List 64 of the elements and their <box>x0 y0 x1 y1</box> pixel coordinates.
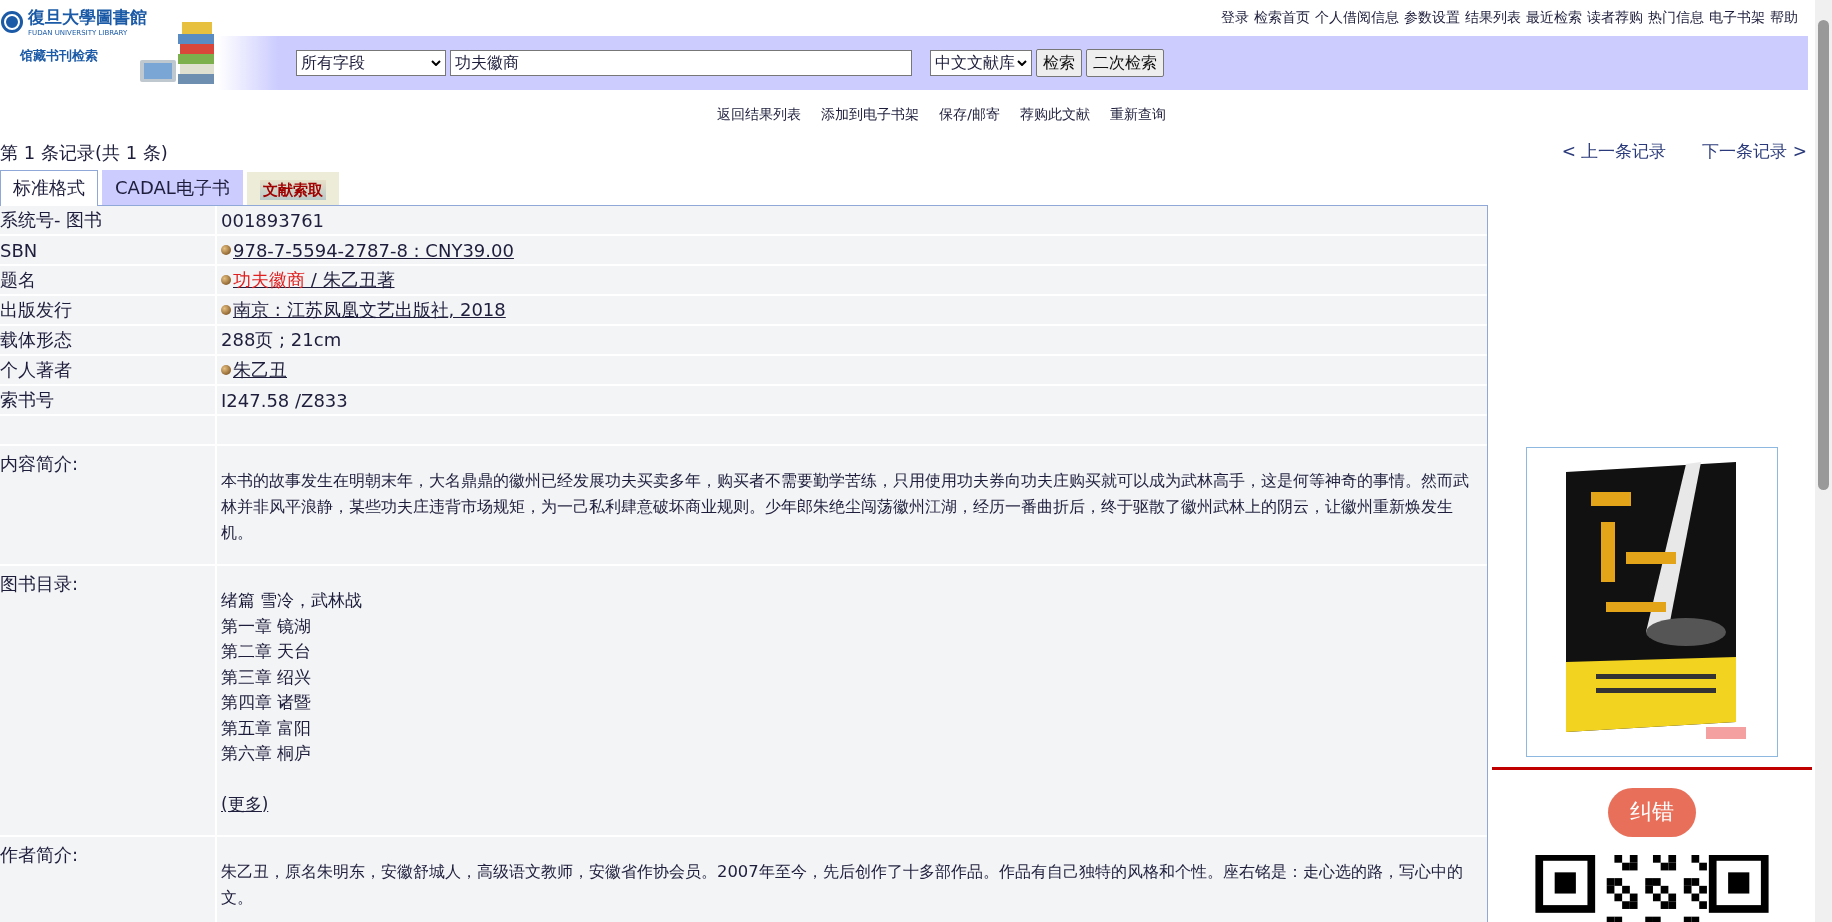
contents-line: 第三章 绍兴 <box>221 665 313 689</box>
field-value: I247.58 /Z833 <box>221 389 348 411</box>
contents-line: 第二章 天台 <box>221 640 313 663</box>
action-link[interactable]: 添加到电子书架 <box>821 106 920 134</box>
format-tab[interactable]: 标准格式 <box>0 170 98 206</box>
action-link[interactable]: 保存/邮寄 <box>939 106 1000 134</box>
scrollbar-thumb[interactable] <box>1818 20 1829 490</box>
bullet-icon <box>221 275 231 285</box>
search-input[interactable]: 功夫徽商 <box>450 50 912 76</box>
field-label: 图书目录: <box>0 572 79 596</box>
field-select[interactable]: 所有字段 <box>296 50 446 76</box>
library-logo-title: 復旦大學圖書館 <box>28 6 147 29</box>
field-value: 288页 ; 21cm <box>221 328 342 352</box>
previous-record-link[interactable]: < 上一条记录 <box>1561 140 1667 163</box>
top-nav-link[interactable]: 结果列表 <box>1465 9 1521 27</box>
field-label: 载体形态 <box>0 326 215 354</box>
field-value: 001893761 <box>221 209 325 231</box>
action-link[interactable]: 重新查询 <box>1109 106 1166 134</box>
top-nav-link[interactable]: 热门信息 <box>1648 9 1704 27</box>
bullet-icon <box>221 245 231 255</box>
database-select[interactable]: 中文文献库 <box>930 50 1032 76</box>
chevron-down-icon <box>431 60 441 66</box>
top-nav-link[interactable]: 个人借阅信息 <box>1315 9 1399 27</box>
qr-code-icon <box>1532 854 1771 922</box>
next-record-link[interactable]: 下一条记录 > <box>1702 140 1807 163</box>
format-tab[interactable]: CADAL电子书 <box>102 170 243 205</box>
action-link[interactable]: 荐购此文献 <box>1019 106 1090 134</box>
summary-text: 本书的故事发生在明朝末年，大名鼎鼎的徽州已经发展功夫买卖多年，购买者不需要勤学苦练，只用使用功夫券向功夫庄购买就可以成为武林高手，这是何等神奇的事情。然而武林并非风平浪静，某些功夫庄违背市场规矩，为一己私利肆意破坏商业规则。少年郎朱绝尘闯荡徽州江湖，经历一番曲折后，终于驱散了徽州武林上的阴云，让徽州重新焕发生机。 <box>221 470 1470 544</box>
contents-line: 绪篇 雪冷，武林战 <box>221 589 364 612</box>
search-button[interactable]: 检索 <box>1036 49 1082 77</box>
record-count: 第 1 条记录(共 1 条) <box>0 141 168 165</box>
top-nav-link[interactable]: 帮助 <box>1770 9 1798 27</box>
field-label: 系统号- 图书 <box>0 206 215 234</box>
top-nav-link[interactable]: 读者荐购 <box>1587 9 1643 27</box>
scrollbar[interactable] <box>1815 0 1832 922</box>
top-nav-link[interactable]: 检索首页 <box>1254 9 1310 27</box>
request-tab[interactable]: 文献索取 <box>246 172 339 205</box>
more-link[interactable]: (更多) <box>221 793 269 814</box>
field-link[interactable]: 朱乙丑 <box>233 358 287 382</box>
system-name: 馆藏书刊检索 <box>20 47 99 65</box>
chevron-down-icon <box>1017 60 1027 66</box>
top-nav-link[interactable]: 登录 <box>1221 9 1249 27</box>
field-label: 内容简介: <box>0 452 79 476</box>
field-link[interactable]: 南京 : 江苏凤凰文艺出版社, 2018 <box>233 298 506 322</box>
field-link[interactable]: 功夫徽商 / 朱乙丑著 <box>233 268 395 292</box>
action-link[interactable]: 返回结果列表 <box>717 106 802 134</box>
field-label: 题名 <box>0 266 215 294</box>
field-label: 作者简介: <box>0 843 79 867</box>
bullet-icon <box>221 365 231 375</box>
top-nav-link[interactable]: 最近检索 <box>1526 9 1582 27</box>
bullet-icon <box>221 305 231 315</box>
contents-line: 第六章 桐庐 <box>221 742 313 765</box>
top-nav-link[interactable]: 参数设置 <box>1404 9 1460 27</box>
field-label: 个人著者 <box>0 356 215 384</box>
field-label: 索书号 <box>0 386 215 414</box>
contents-line: 第五章 富阳 <box>221 716 313 740</box>
field-label: 出版发行 <box>0 296 215 324</box>
field-link[interactable]: 978-7-5594-2787-8 : CNY39.00 <box>233 239 514 261</box>
contents-line: 第四章 诸暨 <box>221 691 313 714</box>
top-nav-link[interactable]: 电子书架 <box>1709 9 1765 27</box>
search-button[interactable]: 二次检索 <box>1086 49 1164 77</box>
author-bio-text: 朱乙丑，原名朱明东，安徽舒城人，高级语文教师，安徽省作协会员。2007年至今，先后创作了十多部作品。作品有自己独特的风格和个性。座右铭是：走心选的路，写心中的文。 <box>221 861 1464 909</box>
contents-line: 第一章 镜湖 <box>221 614 313 638</box>
field-label: SBN <box>0 236 215 264</box>
